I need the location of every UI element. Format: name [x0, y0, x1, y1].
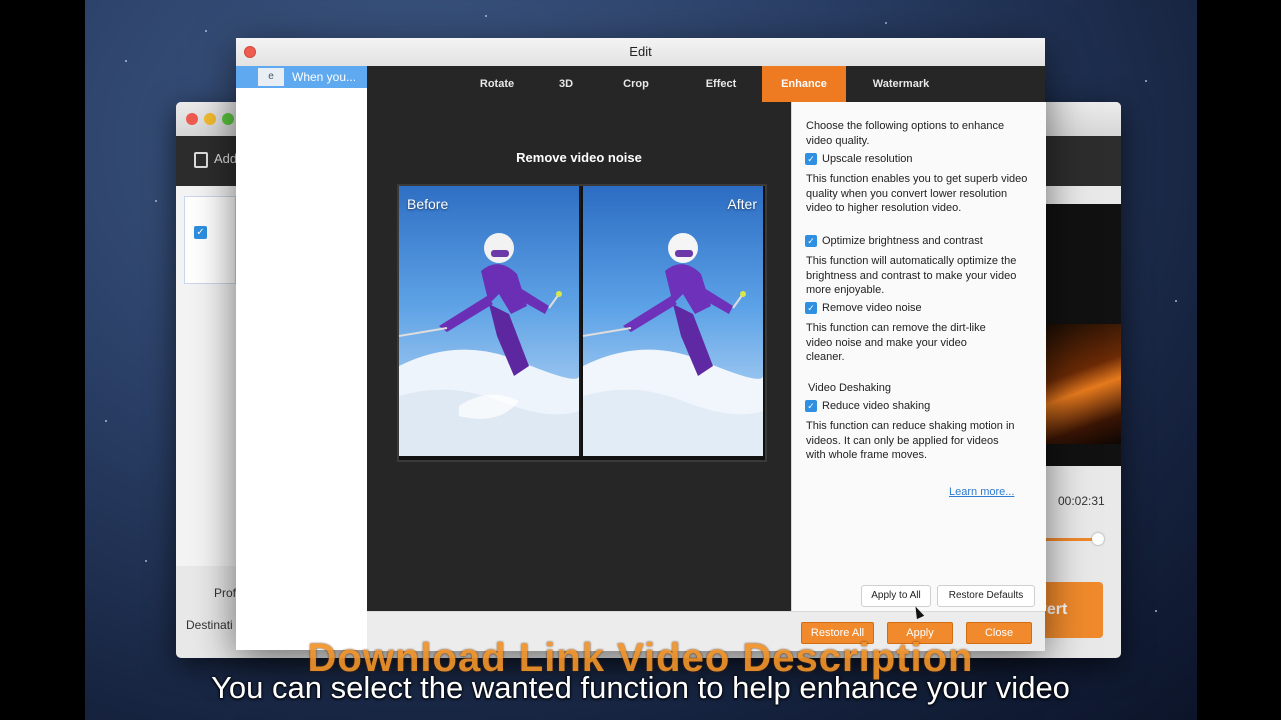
add-file-icon — [194, 151, 208, 168]
tab-crop[interactable]: Crop — [600, 66, 672, 102]
tab-3d[interactable]: 3D — [540, 66, 592, 102]
brightness-label: Optimize brightness and contrast — [822, 235, 983, 247]
file-thumbnail[interactable] — [184, 196, 236, 284]
tab-enhance[interactable]: Enhance — [762, 66, 846, 102]
close-icon[interactable] — [244, 46, 256, 58]
dialog-title: Edit — [629, 44, 652, 59]
upscale-description: This function enables you to get superb … — [806, 173, 1028, 214]
noise-description: This function can remove the dirt-like v… — [806, 322, 986, 363]
add-file-button[interactable]: Add — [194, 151, 237, 168]
edit-tabs: Rotate 3D Crop Effect Enhance Watermark — [367, 66, 1045, 102]
brightness-description: This function will automatically optimiz… — [806, 255, 1017, 296]
apply-to-all-button[interactable]: Apply to All — [861, 585, 931, 607]
deshake-heading: Video Deshaking — [808, 382, 891, 394]
preview-area: Remove video noise Before After — [367, 102, 791, 611]
letterbox-left — [0, 0, 85, 720]
subtitle-caption: You can select the wanted function to he… — [211, 670, 1070, 705]
shake-checkbox[interactable]: ✓ — [805, 400, 817, 412]
edit-dialog: Edit e When you... Rotate 3D Crop Effect… — [236, 38, 1046, 651]
preview-heading: Remove video noise — [516, 150, 642, 165]
minimize-icon[interactable] — [204, 113, 216, 125]
tab-rotate[interactable]: Rotate — [460, 66, 534, 102]
profile-label: Prof — [214, 586, 237, 600]
upscale-label: Upscale resolution — [822, 153, 913, 165]
tab-effect[interactable]: Effect — [683, 66, 759, 102]
video-list-sidebar: e When you... — [236, 66, 368, 650]
tab-watermark[interactable]: Watermark — [857, 66, 945, 102]
sidebar-item-video[interactable]: e When you... — [236, 66, 367, 88]
after-label: After — [727, 196, 757, 212]
brightness-checkbox[interactable]: ✓ — [805, 235, 817, 247]
upscale-checkbox[interactable]: ✓ — [805, 153, 817, 165]
before-after-frame: Before After — [397, 184, 767, 462]
before-label: Before — [407, 196, 449, 212]
maximize-icon[interactable] — [222, 113, 234, 125]
noise-checkbox[interactable]: ✓ — [805, 302, 817, 314]
dialog-title-bar: Edit — [236, 38, 1045, 67]
video-thumbnail-icon: e — [258, 68, 284, 86]
destination-label: Destinati — [186, 618, 233, 632]
shake-description: This function can reduce shaking motion … — [806, 420, 1015, 461]
file-list: ✓ — [176, 186, 238, 566]
background-preview — [1044, 204, 1121, 466]
options-intro: Choose the following options to enhance … — [806, 120, 1005, 147]
restore-defaults-button[interactable]: Restore Defaults — [937, 585, 1035, 607]
close-icon[interactable] — [186, 113, 198, 125]
sidebar-item-label: When you... — [292, 70, 357, 84]
convert-button[interactable]: vert — [1038, 582, 1103, 638]
shake-label: Reduce video shaking — [822, 400, 931, 412]
after-preview-image: After — [581, 186, 765, 456]
time-readout: 00:02:31 — [1058, 494, 1105, 508]
enhance-options-panel: Choose the following options to enhance … — [791, 102, 1046, 611]
letterbox-right — [1197, 0, 1281, 720]
learn-more-link[interactable]: Learn more... — [949, 486, 1014, 498]
slider-knob[interactable] — [1092, 533, 1104, 545]
file-checkbox[interactable]: ✓ — [194, 226, 207, 239]
before-preview-image: Before — [399, 186, 579, 456]
noise-label: Remove video noise — [822, 302, 922, 314]
